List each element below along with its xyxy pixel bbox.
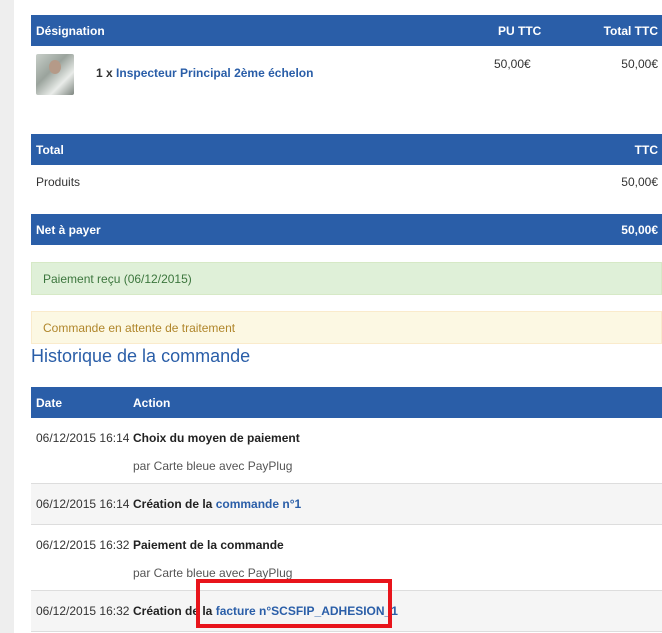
order-table-header: Désignation PU TTC Total TTC [31, 15, 662, 46]
net-to-pay-row: Net à payer 50,00€ [31, 214, 662, 245]
item-total: 50,00€ [621, 57, 658, 71]
payment-received-alert: Paiement reçu (06/12/2015) [31, 262, 662, 295]
order-item-row: 1 x Inspecteur Principal 2ème échelon 50… [31, 46, 662, 106]
history-row: 06/12/2015 16:14 Choix du moyen de paiem… [31, 418, 662, 484]
products-label: Produits [36, 175, 81, 189]
order-status-text: Commande en attente de traitement [43, 321, 236, 335]
history-date: 06/12/2015 16:14 [36, 497, 130, 511]
designation-header: Désignation [36, 24, 105, 38]
left-sidebar-strip [0, 0, 14, 633]
history-date: 06/12/2015 16:32 [36, 604, 130, 618]
net-to-pay-value: 50,00€ [621, 223, 658, 237]
history-action: Choix du moyen de paiement [133, 431, 300, 445]
history-table-header: Date Action [31, 387, 662, 418]
history-row: 06/12/2015 16:14 Création de la commande… [31, 484, 662, 525]
history-action: Création de la commande n°1 [133, 497, 301, 511]
history-date: 06/12/2015 16:32 [36, 538, 130, 552]
order-detail: Désignation PU TTC Total TTC 1 x Inspect… [31, 15, 662, 632]
history-title: Historique de la commande [31, 346, 251, 366]
history-action: Paiement de la commande [133, 538, 284, 552]
item-quantity-and-name: 1 x Inspecteur Principal 2ème échelon [96, 66, 313, 80]
products-value: 50,00€ [621, 175, 658, 189]
totals-ttc-label: TTC [634, 143, 658, 157]
totals-label: Total [36, 143, 64, 157]
product-link[interactable]: Inspecteur Principal 2ème échelon [116, 66, 313, 80]
totals-header: Total TTC [31, 134, 662, 165]
unit-price-header: PU TTC [498, 24, 542, 38]
net-to-pay-label: Net à payer [36, 223, 101, 237]
item-quantity: 1 x [96, 66, 113, 80]
history-action-detail: par Carte bleue avec PayPlug [133, 459, 293, 473]
date-header: Date [36, 396, 63, 410]
order-link[interactable]: commande n°1 [216, 497, 302, 511]
action-header: Action [133, 396, 171, 410]
invoice-highlight-box [196, 579, 392, 628]
history-action-prefix: Création de la [133, 497, 213, 511]
product-thumbnail[interactable] [36, 54, 74, 95]
history-date: 06/12/2015 16:14 [36, 431, 130, 445]
item-unit-price: 50,00€ [494, 57, 531, 71]
payment-received-text: Paiement reçu (06/12/2015) [43, 272, 192, 286]
total-header: Total TTC [603, 24, 658, 38]
history-action-detail: par Carte bleue avec PayPlug [133, 566, 293, 580]
order-status-alert: Commande en attente de traitement [31, 311, 662, 344]
products-total-row: Produits 50,00€ [31, 165, 662, 195]
